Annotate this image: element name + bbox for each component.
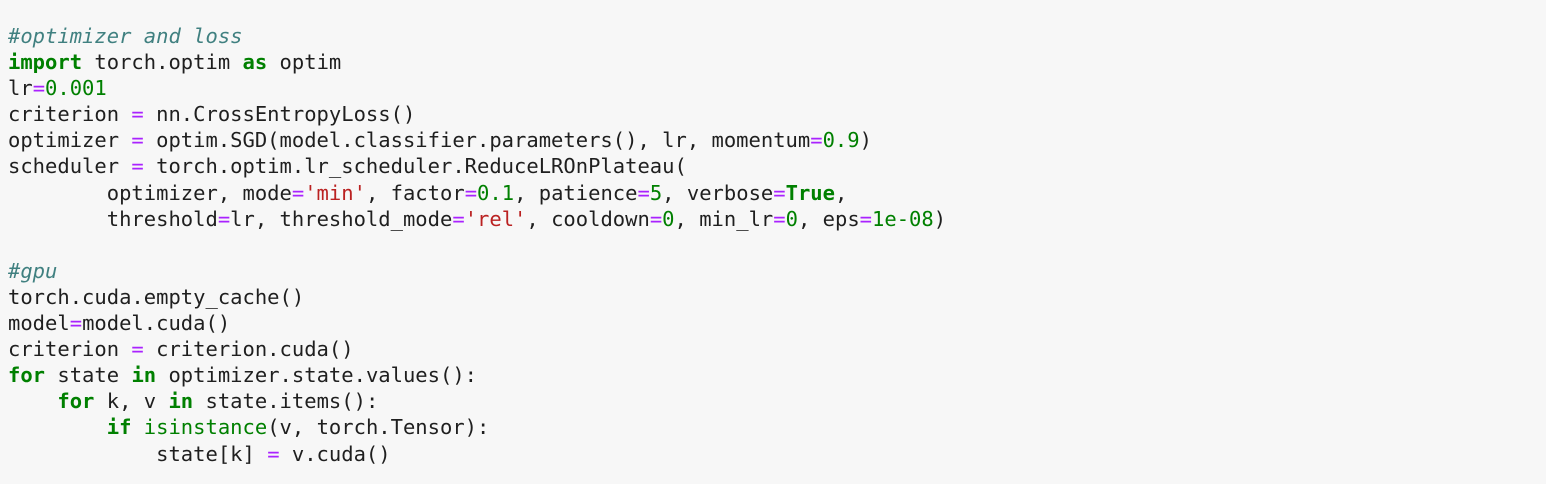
code-text: lr, threshold_mode (230, 206, 453, 231)
code-line: optimizer, mode='min', factor=0.1, patie… (8, 180, 1546, 206)
code-line: scheduler = torch.optim.lr_scheduler.Red… (8, 153, 1546, 179)
code-text: lr (8, 76, 33, 101)
code-text: , (834, 180, 848, 205)
code-text: torch.optim.lr_scheduler.ReduceLROnPlate… (143, 154, 687, 179)
code-keyword: for (8, 363, 46, 388)
code-operator: = (131, 128, 144, 153)
code-operator: = (69, 311, 83, 336)
code-number: 0 (662, 206, 675, 231)
code-operator: = (773, 180, 786, 205)
code-number: 0 (785, 206, 798, 231)
code-operator: = (649, 206, 663, 231)
code-operator: = (32, 76, 46, 101)
code-text: model.cuda() (82, 311, 231, 336)
code-operator: = (291, 180, 305, 205)
code-line: criterion = nn.CrossEntropyLoss() (8, 101, 1546, 127)
code-text: state[k] (8, 441, 268, 466)
code-line: torch.cuda.empty_cache() (8, 284, 1546, 310)
code-keyword: in (168, 389, 194, 414)
code-line: for k, v in state.items(): (8, 388, 1546, 414)
code-text: ) (933, 206, 947, 231)
code-text: criterion (8, 337, 132, 362)
code-text: , factor (365, 180, 465, 205)
code-text: (v, torch.Tensor): (267, 415, 490, 440)
code-operator: = (131, 337, 144, 362)
code-number: 5 (649, 180, 663, 205)
code-text: state (45, 363, 132, 388)
code-string: 'min' (304, 180, 366, 205)
code-comment: #optimizer and loss (8, 24, 243, 48)
code-line: import torch.optim as optim (8, 49, 1546, 75)
code-text: , cooldown (526, 206, 650, 231)
code-text: threshold (8, 206, 218, 231)
code-line: lr=0.001 (8, 75, 1546, 101)
code-text: scheduler (8, 154, 132, 179)
code-keyword: True (785, 180, 835, 205)
code-text: torch.optim (82, 50, 243, 75)
code-text: ) (859, 128, 872, 153)
code-operator: = (859, 206, 873, 231)
code-line: state[k] = v.cuda() (8, 441, 1546, 467)
code-cell[interactable]: #optimizer and loss import torch.optim as… (0, 0, 1546, 484)
code-text: optimizer, mode (8, 180, 292, 205)
code-text: , verbose (662, 180, 774, 205)
code-text: optimizer (8, 128, 132, 153)
code-text: state.items(): (193, 389, 379, 414)
code-block[interactable]: #optimizer and loss import torch.optim as… (8, 23, 1546, 467)
code-keyword: in (131, 363, 157, 388)
code-text: , min_lr (674, 206, 774, 231)
code-line: optimizer = optim.SGD(model.classifier.p… (8, 127, 1546, 153)
code-operator: = (773, 206, 786, 231)
code-keyword: for (57, 389, 95, 414)
code-number: 0.1 (477, 180, 515, 205)
code-operator: = (452, 206, 465, 231)
code-text: , patience (514, 180, 638, 205)
code-operator: = (637, 180, 650, 205)
code-text: optim (267, 50, 342, 75)
code-text: criterion (8, 102, 132, 127)
code-text: k, v (94, 389, 169, 414)
code-keyword: as (242, 50, 268, 75)
code-comment: #gpu (8, 258, 58, 283)
code-string: 'rel' (464, 206, 527, 231)
code-line: #optimizer and loss (8, 23, 1546, 49)
code-operator: = (267, 441, 280, 466)
code-operator: = (464, 180, 478, 205)
code-number: 0.001 (45, 76, 107, 101)
code-text: criterion.cuda() (143, 337, 354, 362)
code-text: optim.SGD(model.classifier.parameters(),… (143, 128, 811, 153)
code-operator: = (217, 206, 231, 231)
code-line: model=model.cuda() (8, 310, 1546, 336)
code-number: 0.9 (822, 128, 860, 153)
code-line: #gpu (8, 258, 1546, 284)
code-text: , eps (797, 206, 860, 231)
code-builtin: isinstance (143, 415, 268, 440)
code-line: for state in optimizer.state.values(): (8, 362, 1546, 388)
code-operator: = (810, 128, 823, 153)
code-keyword: if (106, 415, 132, 440)
code-line: threshold=lr, threshold_mode='rel', cool… (8, 206, 1546, 232)
code-line: if isinstance(v, torch.Tensor): (8, 414, 1546, 440)
code-operator: = (131, 154, 144, 179)
code-operator: = (131, 102, 144, 127)
code-text: model (8, 311, 70, 336)
code-text: nn.CrossEntropyLoss() (143, 102, 416, 127)
code-text: optimizer.state.values(): (156, 363, 478, 388)
code-text: v.cuda() (279, 441, 391, 466)
code-text: torch.cuda.empty_cache() (8, 284, 305, 309)
code-line: criterion = criterion.cuda() (8, 336, 1546, 362)
code-number: 1e-08 (872, 206, 934, 231)
code-keyword: import (8, 50, 83, 75)
